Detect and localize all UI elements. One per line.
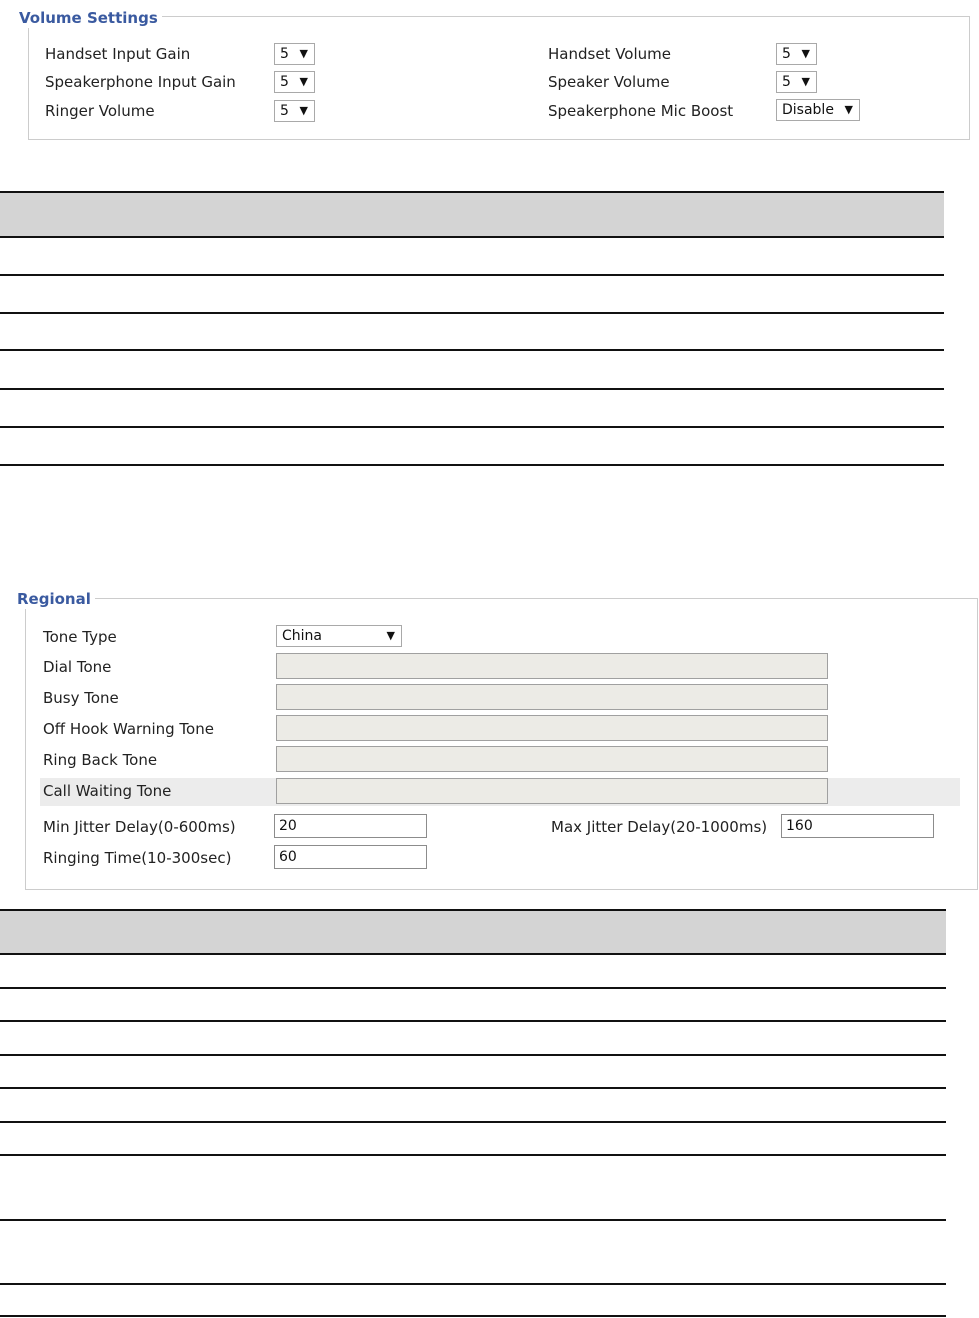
ringer-volume-select[interactable]: 5 ▼ [274, 100, 315, 122]
handset-input-gain-label: Handset Input Gain [45, 45, 191, 63]
dial-tone-label: Dial Tone [43, 658, 112, 676]
table-row-divider [0, 987, 946, 989]
ringer-volume-label: Ringer Volume [45, 102, 155, 120]
ringer-volume-value: 5 [280, 103, 289, 119]
table-header [0, 909, 946, 955]
table-row-divider [0, 236, 944, 238]
ring-back-tone-label: Ring Back Tone [43, 751, 158, 769]
dial-tone-field[interactable] [276, 653, 828, 679]
table-row-divider [0, 274, 944, 276]
table-row-divider [0, 1121, 946, 1123]
off-hook-warning-tone-label: Off Hook Warning Tone [43, 720, 214, 738]
regional-fieldset [25, 598, 978, 890]
speakerphone-mic-boost-label: Speakerphone Mic Boost [548, 102, 734, 120]
speaker-volume-value: 5 [782, 74, 791, 90]
chevron-down-icon: ▼ [386, 629, 395, 642]
table-row-divider [0, 1087, 946, 1089]
handset-input-gain-value: 5 [280, 46, 289, 62]
ring-back-tone-field[interactable] [276, 746, 828, 772]
volume-settings-legend: Volume Settings [15, 8, 162, 28]
max-jitter-delay-input[interactable]: 160 [781, 814, 934, 838]
speakerphone-mic-boost-select[interactable]: Disable ▼ [776, 99, 860, 121]
tone-type-select[interactable]: China ▼ [276, 625, 402, 647]
handset-volume-label: Handset Volume [548, 45, 671, 63]
table-row-divider [0, 1315, 946, 1317]
speaker-volume-label: Speaker Volume [548, 73, 670, 91]
chevron-down-icon: ▼ [801, 75, 810, 88]
speakerphone-mic-boost-value: Disable [782, 102, 834, 118]
ringing-time-input[interactable]: 60 [274, 845, 427, 869]
chevron-down-icon: ▼ [299, 47, 308, 60]
table-row-divider [0, 1219, 946, 1221]
speaker-volume-select[interactable]: 5 ▼ [776, 71, 817, 93]
min-jitter-delay-input[interactable]: 20 [274, 814, 427, 838]
table-row-divider [0, 1154, 946, 1156]
table-row-divider [0, 1054, 946, 1056]
min-jitter-delay-label: Min Jitter Delay(0-600ms) [43, 818, 236, 836]
table-row-divider [0, 464, 944, 466]
chevron-down-icon: ▼ [801, 47, 810, 60]
chevron-down-icon: ▼ [844, 103, 853, 116]
call-waiting-tone-field[interactable] [276, 778, 828, 804]
ringing-time-label: Ringing Time(10-300sec) [43, 849, 232, 867]
call-waiting-tone-label: Call Waiting Tone [43, 782, 172, 800]
handset-volume-select[interactable]: 5 ▼ [776, 43, 817, 65]
busy-tone-field[interactable] [276, 684, 828, 710]
busy-tone-label: Busy Tone [43, 689, 119, 707]
speakerphone-input-gain-label: Speakerphone Input Gain [45, 73, 236, 91]
table-row-divider [0, 1283, 946, 1285]
table-row-divider [0, 312, 944, 314]
table-row-divider [0, 349, 944, 351]
handset-input-gain-select[interactable]: 5 ▼ [274, 43, 315, 65]
speakerphone-input-gain-select[interactable]: 5 ▼ [274, 71, 315, 93]
max-jitter-delay-label: Max Jitter Delay(20-1000ms) [551, 818, 768, 836]
tone-type-value: China [282, 628, 322, 644]
table-row-divider [0, 953, 946, 955]
chevron-down-icon: ▼ [299, 75, 308, 88]
table-header [0, 191, 944, 238]
off-hook-warning-tone-field[interactable] [276, 715, 828, 741]
tone-type-label: Tone Type [43, 628, 117, 646]
chevron-down-icon: ▼ [299, 104, 308, 117]
table-row-divider [0, 1020, 946, 1022]
table-row-divider [0, 426, 944, 428]
speakerphone-input-gain-value: 5 [280, 74, 289, 90]
handset-volume-value: 5 [782, 46, 791, 62]
regional-legend: Regional [13, 589, 95, 609]
table-row-divider [0, 388, 944, 390]
